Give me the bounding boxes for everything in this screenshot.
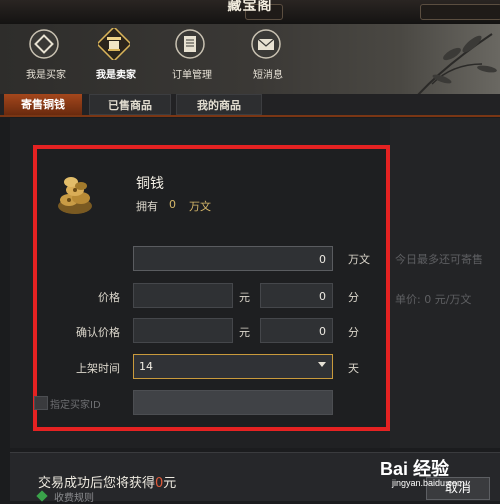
nav-buyer[interactable]: 我是买家 bbox=[14, 26, 78, 86]
listing-time-label: 上架时间 bbox=[76, 362, 120, 375]
nav-messages[interactable]: 短消息 bbox=[236, 26, 300, 86]
tab-sold-items[interactable]: 已售商品 bbox=[89, 94, 171, 115]
unit-price-value: 0 bbox=[424, 293, 432, 306]
nav-seller[interactable]: 我是卖家 bbox=[84, 26, 148, 86]
owned-value: 0 bbox=[169, 198, 176, 211]
side-panel bbox=[390, 118, 500, 448]
specify-buyer-checkbox[interactable] bbox=[34, 396, 48, 410]
price-fen-input[interactable]: 0 bbox=[260, 283, 333, 308]
app-title: 藏宝阁 bbox=[227, 0, 273, 14]
nav-orders[interactable]: 订单管理 bbox=[160, 26, 224, 86]
buyer-id-input bbox=[133, 390, 333, 415]
tab-underline bbox=[0, 115, 500, 117]
unit-price-unit: 元/万文 bbox=[434, 293, 472, 306]
baidu-watermark-url: jingyan.baidu.com bbox=[392, 478, 465, 488]
envelope-icon bbox=[251, 29, 281, 59]
nav-messages-label: 短消息 bbox=[253, 70, 283, 81]
remaining-hint: 今日最多还可寄售 bbox=[395, 253, 483, 266]
confirm-fen-unit: 分 bbox=[348, 326, 359, 339]
amount-input[interactable]: 0 bbox=[133, 246, 333, 271]
tab-my-items[interactable]: 我的商品 bbox=[176, 94, 262, 115]
chevron-down-icon bbox=[318, 362, 326, 367]
gain-unit: 元 bbox=[163, 476, 177, 491]
tab-consign-coins[interactable]: 寄售铜钱 bbox=[4, 94, 82, 115]
nav-seller-label: 我是卖家 bbox=[96, 70, 136, 81]
book-icon bbox=[175, 29, 205, 59]
coin-diamond-icon bbox=[29, 29, 59, 59]
stall-icon bbox=[98, 28, 130, 60]
confirm-price-label: 确认价格 bbox=[76, 326, 120, 339]
nav-orders-label: 订单管理 bbox=[172, 70, 212, 81]
nav-buyer-label: 我是买家 bbox=[26, 70, 66, 81]
listing-time-unit: 天 bbox=[348, 362, 359, 375]
confirm-fen-input[interactable]: 0 bbox=[260, 318, 333, 343]
amount-unit: 万文 bbox=[348, 253, 370, 266]
confirm-yuan-unit: 元 bbox=[239, 326, 250, 339]
unit-price-label: 单价: bbox=[395, 293, 421, 306]
owned-label: 拥有 bbox=[136, 200, 158, 213]
price-yuan-unit: 元 bbox=[239, 291, 250, 304]
confirm-yuan-input[interactable] bbox=[133, 318, 233, 343]
unit-price-hint: 单价: 0 元/万文 bbox=[395, 291, 500, 307]
specify-buyer-label: 指定买家ID bbox=[50, 400, 101, 411]
coin-pile-icon bbox=[58, 177, 92, 214]
item-name: 铜钱 bbox=[136, 176, 164, 192]
listing-time-value: 14 bbox=[139, 360, 153, 373]
price-label: 价格 bbox=[98, 291, 120, 304]
price-fen-unit: 分 bbox=[348, 291, 359, 304]
fee-rules-link[interactable]: 收费规则 bbox=[54, 489, 94, 504]
listing-time-select[interactable]: 14 bbox=[133, 354, 333, 379]
price-yuan-input[interactable] bbox=[133, 283, 233, 308]
owned-unit: 万文 bbox=[189, 200, 211, 213]
